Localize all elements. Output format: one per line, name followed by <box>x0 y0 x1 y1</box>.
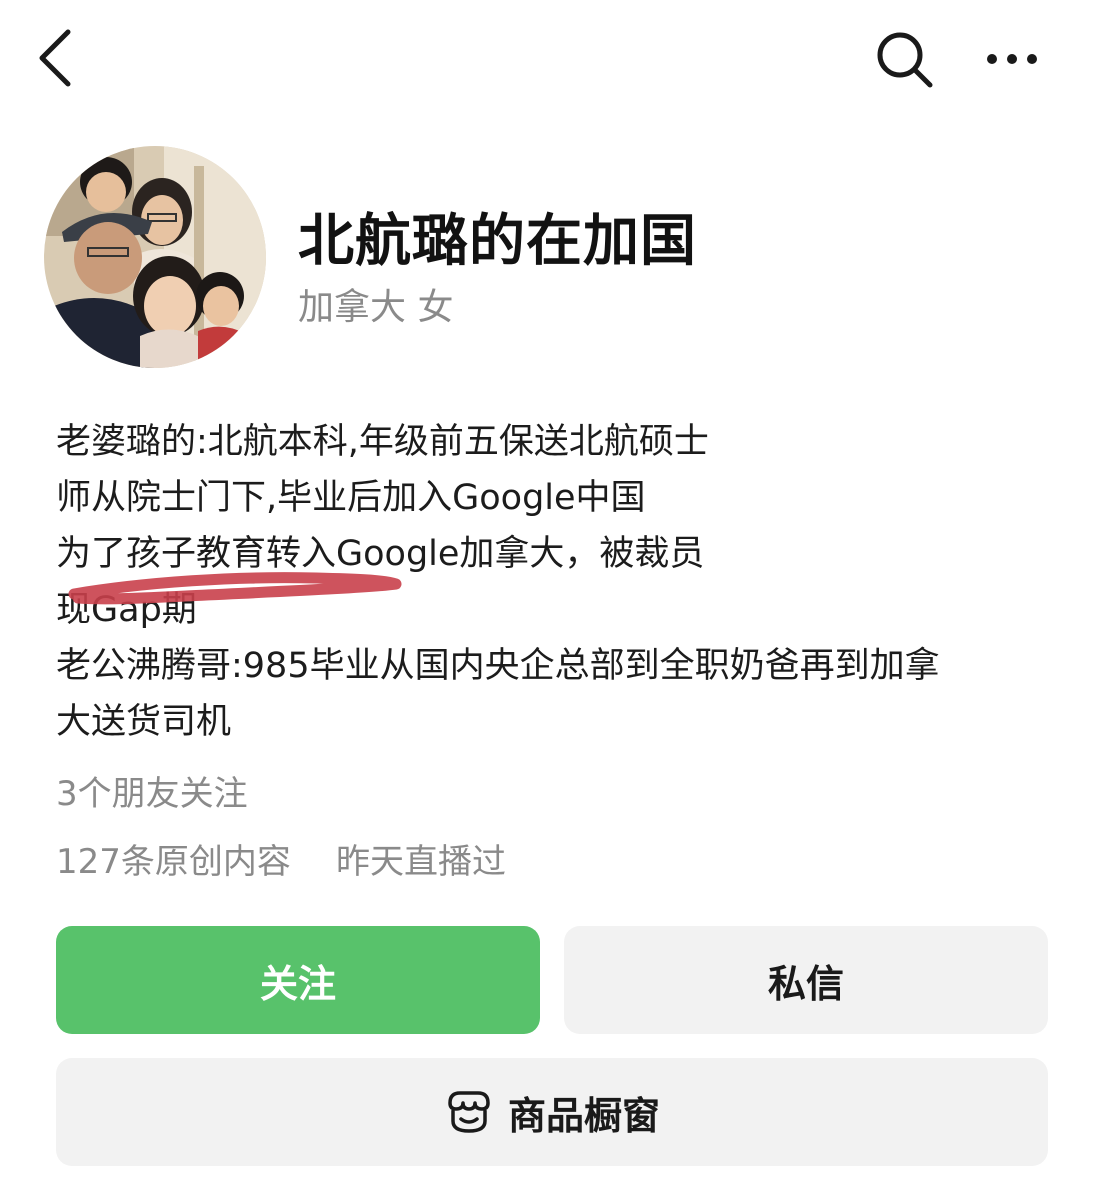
follow-button[interactable]: 关注 <box>56 926 540 1034</box>
red-underline-annotation <box>68 572 402 605</box>
followers-text[interactable]: 3个朋友关注 <box>56 766 248 815</box>
shop-icon <box>448 1091 490 1133</box>
follow-button-label: 关注 <box>259 961 336 1006</box>
message-button-label: 私信 <box>767 961 844 1006</box>
profile-subinfo: 加拿大 女 <box>298 287 454 328</box>
search-icon[interactable] <box>872 28 938 90</box>
shop-window-label: 商品橱窗 <box>507 1093 660 1138</box>
bio-line: 老婆璐的:北航本科,年级前五保送北航硕士 <box>56 422 709 462</box>
back-chevron-left-icon[interactable] <box>30 26 90 90</box>
shop-window-button[interactable]: 商品橱窗 <box>56 1058 1048 1166</box>
profile-name: 北航璐的在加国 <box>298 209 697 274</box>
top-bar <box>0 0 1103 120</box>
more-horizontal-icon[interactable] <box>970 34 1050 84</box>
content-count-text: 127条原创内容 <box>56 842 291 882</box>
bio-line: 老公沸腾哥:985毕业从国内央企总部到全职奶爸再到加拿 <box>56 646 940 686</box>
live-status-text: 昨天直播过 <box>336 842 506 882</box>
bio-line: 师从院士门下,毕业后加入Google中国 <box>56 478 646 518</box>
bio-line: 大送货司机 <box>56 702 232 742</box>
message-button[interactable]: 私信 <box>564 926 1048 1034</box>
avatar[interactable] <box>44 146 266 368</box>
avatar-family-photo <box>44 146 266 368</box>
